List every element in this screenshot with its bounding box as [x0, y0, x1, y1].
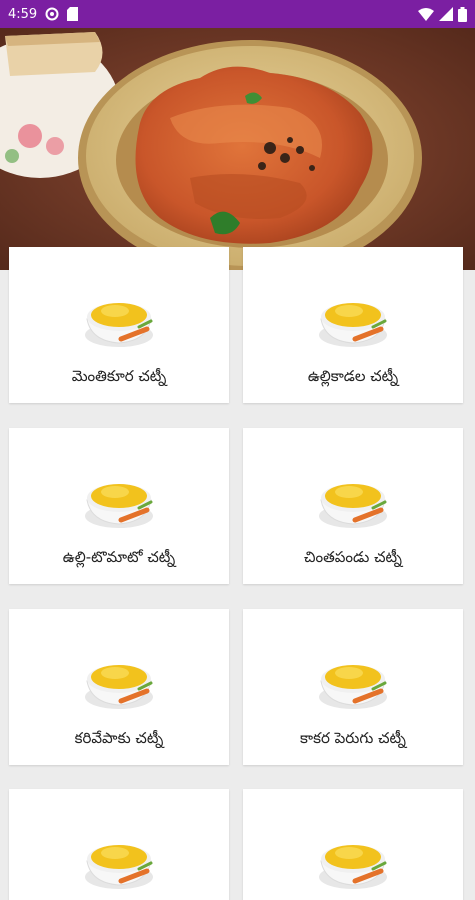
chutney-bowl-photo	[0, 28, 475, 270]
chutney-bowl-icon	[81, 835, 157, 897]
recipe-card[interactable]: కరివేపాకు చట్నీ	[9, 609, 229, 765]
sd-card-icon	[67, 7, 79, 21]
recipe-title: కాకర పెరుగు చట్నీ	[300, 729, 406, 747]
recipe-title: ఉల్లికాడల చట్నీ	[307, 367, 399, 385]
battery-icon	[458, 6, 467, 22]
recipe-title: ఉల్లి-టొమాటో చట్నీ	[62, 548, 176, 566]
recipe-grid: మెంతికూర చట్నీ ఉల్లికాడల చట్నీ ఉల్లి-టొమ…	[0, 247, 475, 900]
chutney-bowl-icon	[315, 655, 391, 717]
wifi-icon	[418, 7, 434, 21]
chutney-bowl-icon	[81, 293, 157, 355]
cell-signal-icon	[439, 7, 453, 21]
hero-image	[0, 28, 475, 270]
recipe-card[interactable]: చింతపండు చట్నీ	[243, 428, 463, 584]
recipe-title: మెంతికూర చట్నీ	[71, 367, 167, 385]
recipe-card[interactable]	[9, 789, 229, 900]
recipe-card[interactable]: ఉల్లికాడల చట్నీ	[243, 247, 463, 403]
sync-icon	[45, 7, 59, 21]
status-bar: 4:59	[0, 0, 475, 28]
recipe-card[interactable]	[243, 789, 463, 900]
chutney-bowl-icon	[315, 293, 391, 355]
status-time: 4:59	[8, 6, 38, 22]
recipe-card[interactable]: ఉల్లి-టొమాటో చట్నీ	[9, 428, 229, 584]
recipe-card[interactable]: మెంతికూర చట్నీ	[9, 247, 229, 403]
chutney-bowl-icon	[315, 835, 391, 897]
recipe-card[interactable]: కాకర పెరుగు చట్నీ	[243, 609, 463, 765]
chutney-bowl-icon	[315, 474, 391, 536]
chutney-bowl-icon	[81, 474, 157, 536]
recipe-title: చింతపండు చట్నీ	[304, 548, 402, 566]
recipe-title: కరివేపాకు చట్నీ	[74, 729, 164, 747]
chutney-bowl-icon	[81, 655, 157, 717]
